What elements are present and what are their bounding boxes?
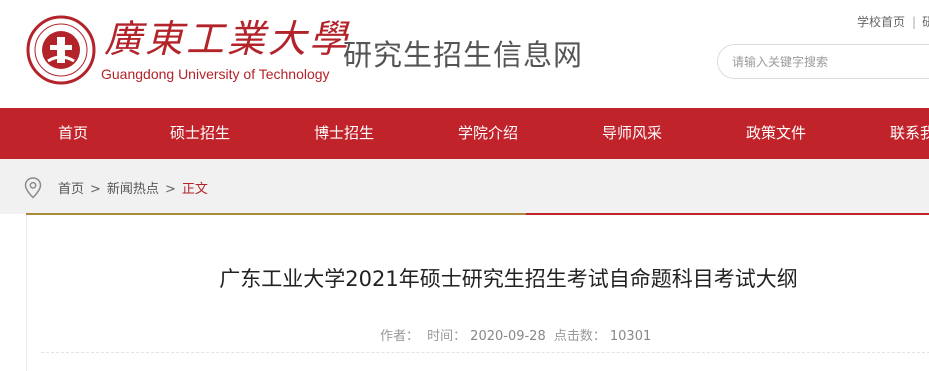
logo-english-name[interactable]: Guangdong University of Technology [101,66,330,82]
site-title: 研究生招生信息网 [343,38,584,72]
breadcrumb-separator: > [164,182,176,197]
article-title: 广东工业大学2021年硕士研究生招生考试自命题科目考试大纲 [219,267,798,291]
nav-item-master[interactable]: 硕士招生 [170,108,230,159]
nav-item-policy[interactable]: 政策文件 [746,108,806,159]
top-link-school-home[interactable]: 学校首页 [857,15,905,29]
top-link-second[interactable]: 研 [922,15,929,29]
breadcrumb-home[interactable]: 首页 [58,182,84,197]
nav-item-tutors[interactable]: 导师风采 [602,108,662,159]
article-container: 广东工业大学2021年硕士研究生招生考试自命题科目考试大纲 作者： 时间： 202… [26,215,929,371]
time-value: 2020-09-28 [470,329,546,344]
time-label: 时间： [427,329,467,344]
nav-item-doctor[interactable]: 博士招生 [314,108,374,159]
breadcrumb-news[interactable]: 新闻热点 [107,182,159,197]
author-label: 作者： [380,329,420,344]
top-links: 学校首页 | 研 [857,13,929,30]
nav-item-contact[interactable]: 联系我 [890,108,929,159]
breadcrumb-current: 正文 [181,182,208,197]
breadcrumb-bar: 首页 > 新闻热点 > 正文 [0,159,929,214]
breadcrumb-separator: > [90,182,101,197]
clicks-label: 点击数： [553,329,606,344]
clicks-value: 10301 [609,329,652,344]
location-pin-icon [24,177,42,199]
breadcrumb: 首页 > 新闻热点 > 正文 [58,178,208,197]
nav-item-colleges[interactable]: 学院介绍 [458,108,518,159]
nav-item-home[interactable]: 首页 [58,108,88,159]
article-meta: 作者： 时间： 2020-09-28 点击数： 10301 [380,325,655,344]
site-header: 廣東工業大學 Guangdong University of Technolog… [0,0,929,108]
search-input[interactable] [717,44,929,79]
university-seal-icon[interactable] [26,15,96,85]
top-link-separator: | [912,15,917,29]
meta-divider [41,352,929,353]
main-nav: 首页 硕士招生 博士招生 学院介绍 导师风采 政策文件 联系我 [0,108,929,159]
logo-chinese-name[interactable]: 廣東工業大學 [104,14,350,64]
